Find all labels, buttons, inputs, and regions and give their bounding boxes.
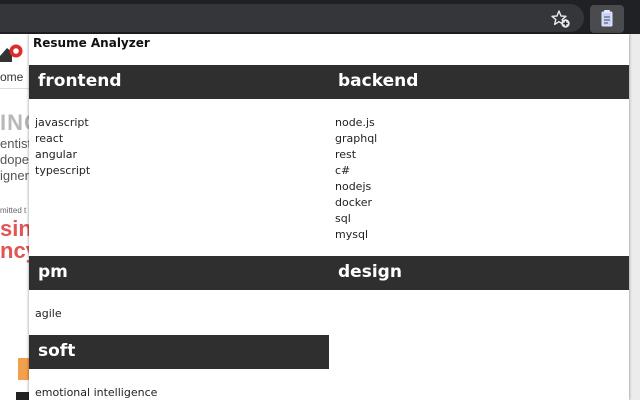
browser-toolbar xyxy=(0,0,640,34)
category-header: design xyxy=(329,256,629,290)
bg-divider xyxy=(0,88,30,89)
skill-item: sql xyxy=(335,212,351,225)
skill-item: javascript xyxy=(35,116,89,129)
skill-item: graphql xyxy=(335,132,378,145)
category-title: backend xyxy=(338,71,419,91)
star-add-icon[interactable] xyxy=(550,8,572,30)
category-title: frontend xyxy=(38,71,122,91)
skill-item: docker xyxy=(335,196,373,209)
skill-item: typescript xyxy=(35,164,91,177)
bg-text-line: dope xyxy=(0,152,29,167)
category-header: pm xyxy=(29,256,329,290)
category-title: soft xyxy=(38,341,76,361)
resume-analyzer-popup: Resume Analyzer frontend javascript react… xyxy=(29,34,629,400)
skill-list: javascript react angular typescript xyxy=(35,115,90,179)
skill-list: emotional intelligence xyxy=(35,385,157,400)
skill-list: node.js graphql rest c# nodejs docker sql mysql xyxy=(335,115,377,243)
site-logo-icon xyxy=(0,42,24,64)
page-scrollbar-track xyxy=(629,34,640,400)
popup-title: Resume Analyzer xyxy=(33,36,150,50)
bg-text-line: igner xyxy=(0,168,29,183)
skill-item: angular xyxy=(35,148,77,161)
skill-item: agile xyxy=(35,307,62,320)
skill-item: node.js xyxy=(335,116,375,129)
category-header: frontend xyxy=(29,65,329,99)
skill-list: agile xyxy=(35,306,62,322)
bg-dark-block xyxy=(16,392,30,400)
skill-item: mysql xyxy=(335,228,368,241)
skill-item: react xyxy=(35,132,64,145)
skill-item: c# xyxy=(335,164,351,177)
skill-item: emotional intelligence xyxy=(35,386,158,399)
extension-button[interactable] xyxy=(590,5,624,33)
category-header: backend xyxy=(329,65,629,99)
category-title: design xyxy=(338,262,402,282)
category-header: soft xyxy=(29,335,329,369)
bg-nav-home[interactable]: ome xyxy=(0,70,23,84)
bg-text-line: entist xyxy=(0,136,32,151)
extension-icon xyxy=(601,10,613,27)
address-bar[interactable] xyxy=(0,4,584,32)
skill-item: rest xyxy=(335,148,357,161)
bg-small-text: mitted t xyxy=(0,206,27,215)
skill-item: nodejs xyxy=(335,180,372,193)
category-title: pm xyxy=(38,262,68,282)
